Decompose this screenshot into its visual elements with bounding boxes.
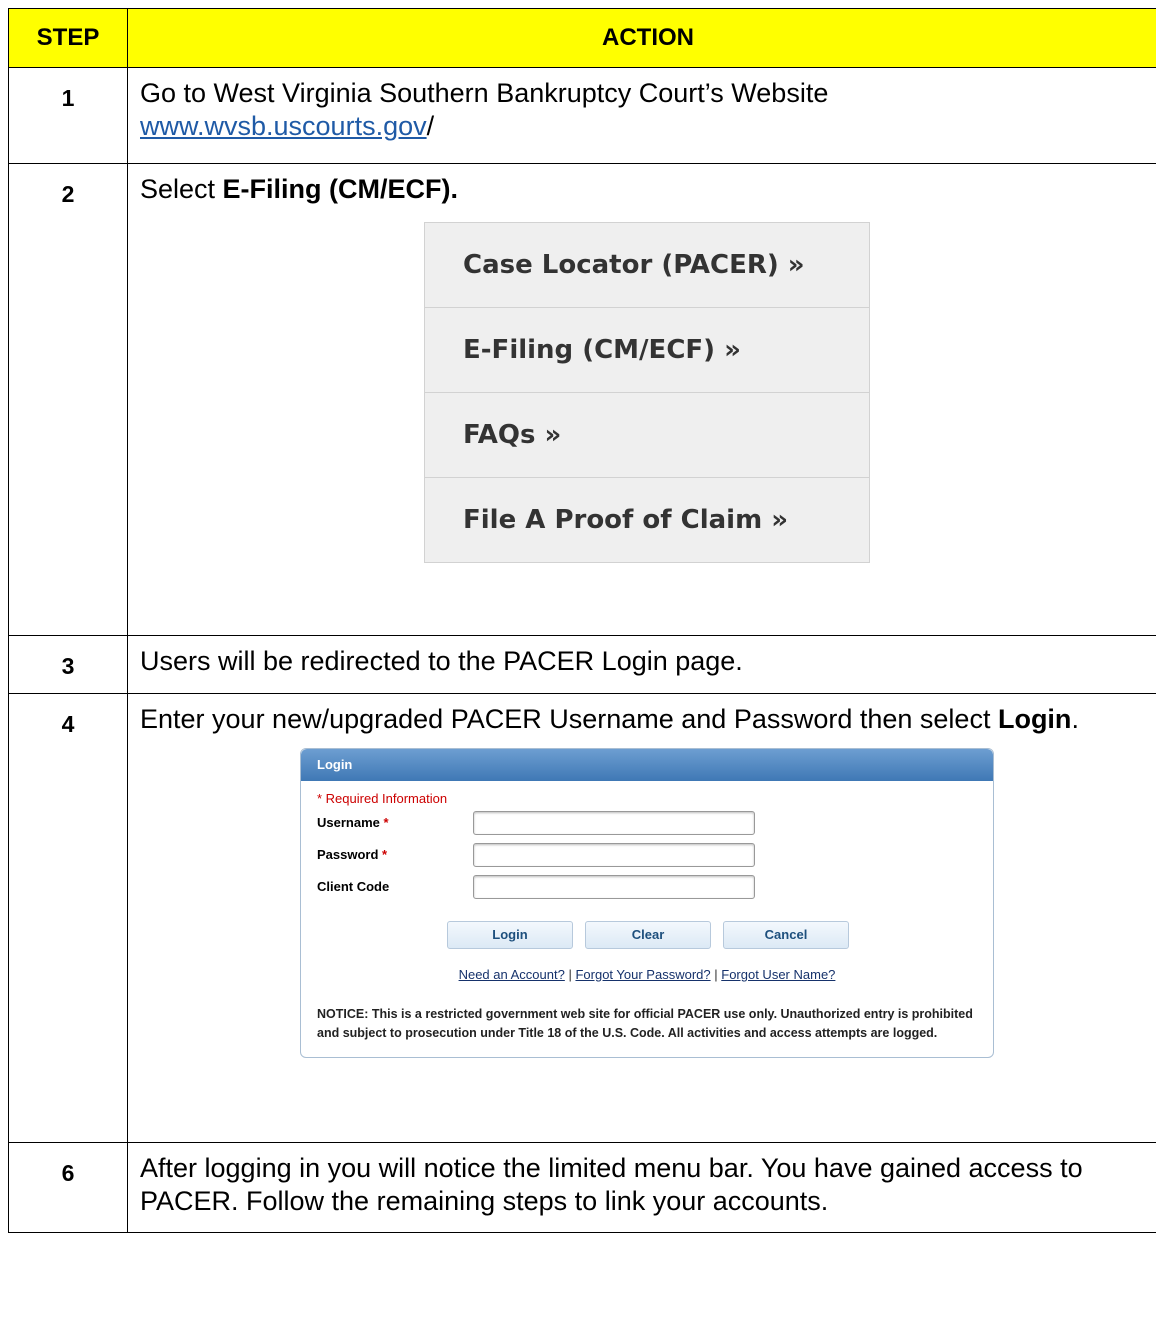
password-label-text: Password: [317, 847, 379, 862]
link-separator: |: [568, 967, 572, 982]
step-action: After logging in you will notice the lim…: [127, 1142, 1156, 1233]
step-bold-text: Login: [997, 704, 1072, 734]
required-asterisk: *: [382, 847, 388, 862]
username-input[interactable]: [473, 811, 755, 835]
forgot-username-link[interactable]: Forgot User Name?: [721, 967, 835, 982]
forgot-password-link[interactable]: Forgot Your Password?: [575, 967, 710, 982]
step-number: 1: [8, 67, 128, 164]
step-number: 2: [8, 163, 128, 636]
steps-table: STEP ACTION 1 Go to West Virginia Southe…: [8, 8, 1156, 1233]
step-number: 6: [8, 1142, 128, 1233]
login-panel-body: * Required Information Username * Passwo…: [301, 781, 993, 1057]
menu-item-faqs[interactable]: FAQs »: [425, 393, 869, 478]
menu-item-e-filing[interactable]: E-Filing (CM/ECF) »: [425, 308, 869, 393]
step-text: Select: [140, 174, 223, 204]
account-links: Need an Account? | Forgot Your Password?…: [317, 967, 977, 983]
login-button[interactable]: Login: [447, 921, 573, 949]
step-number: 3: [8, 635, 128, 694]
client-code-row: Client Code: [317, 871, 977, 903]
step-row-2: 2 Select E-Filing (CM/ECF). Case Locator…: [8, 163, 1156, 636]
cancel-button[interactable]: Cancel: [723, 921, 849, 949]
step-text-end: .: [1071, 704, 1079, 734]
password-label: Password *: [317, 847, 473, 863]
step-text: Enter your new/upgraded PACER Username a…: [140, 704, 998, 734]
password-row: Password *: [317, 839, 977, 871]
step-action: Enter your new/upgraded PACER Username a…: [127, 693, 1156, 1143]
link-separator: |: [714, 967, 718, 982]
step-row-4: 4 Enter your new/upgraded PACER Username…: [8, 693, 1156, 1143]
client-code-label: Client Code: [317, 879, 390, 894]
step-text: Go to West Virginia Southern Bankruptcy …: [140, 78, 829, 108]
menu-item-case-locator[interactable]: Case Locator (PACER) »: [425, 223, 869, 308]
username-label: Username *: [317, 815, 473, 831]
login-buttons: Login Clear Cancel: [447, 921, 977, 949]
username-row: Username *: [317, 807, 977, 839]
clear-button[interactable]: Clear: [585, 921, 711, 949]
pacer-login-panel: Login * Required Information Username * …: [300, 748, 994, 1058]
court-website-link[interactable]: www.wvsb.uscourts.gov: [140, 111, 427, 141]
court-menu: Case Locator (PACER) » E-Filing (CM/ECF)…: [424, 222, 870, 563]
step-row-6: 6 After logging in you will notice the l…: [8, 1142, 1156, 1233]
need-account-link[interactable]: Need an Account?: [459, 967, 565, 982]
required-note: * Required Information: [317, 791, 448, 806]
restricted-notice: NOTICE: This is a restricted government …: [317, 1007, 973, 1040]
header-step: STEP: [8, 8, 128, 68]
table-header-row: STEP ACTION: [8, 8, 1156, 68]
step-row-1: 1 Go to West Virginia Southern Bankruptc…: [8, 67, 1156, 164]
step-bold-text: E-Filing (CM/ECF).: [222, 174, 459, 204]
step-text: Users will be redirected to the PACER Lo…: [140, 646, 743, 676]
step-action: Select E-Filing (CM/ECF). Case Locator (…: [127, 163, 1156, 636]
password-input[interactable]: [473, 843, 755, 867]
menu-item-proof-of-claim[interactable]: File A Proof of Claim »: [425, 478, 869, 562]
step-action: Go to West Virginia Southern Bankruptcy …: [127, 67, 1156, 164]
step-text: After logging in you will notice the lim…: [140, 1153, 1083, 1216]
header-action: ACTION: [127, 8, 1156, 68]
username-label-text: Username: [317, 815, 380, 830]
step-action: Users will be redirected to the PACER Lo…: [127, 635, 1156, 694]
step-number: 4: [8, 693, 128, 1143]
required-asterisk: *: [383, 815, 389, 830]
link-suffix: /: [426, 111, 435, 141]
login-panel-title: Login: [301, 749, 993, 781]
client-code-input[interactable]: [473, 875, 755, 899]
step-row-3: 3 Users will be redirected to the PACER …: [8, 635, 1156, 694]
